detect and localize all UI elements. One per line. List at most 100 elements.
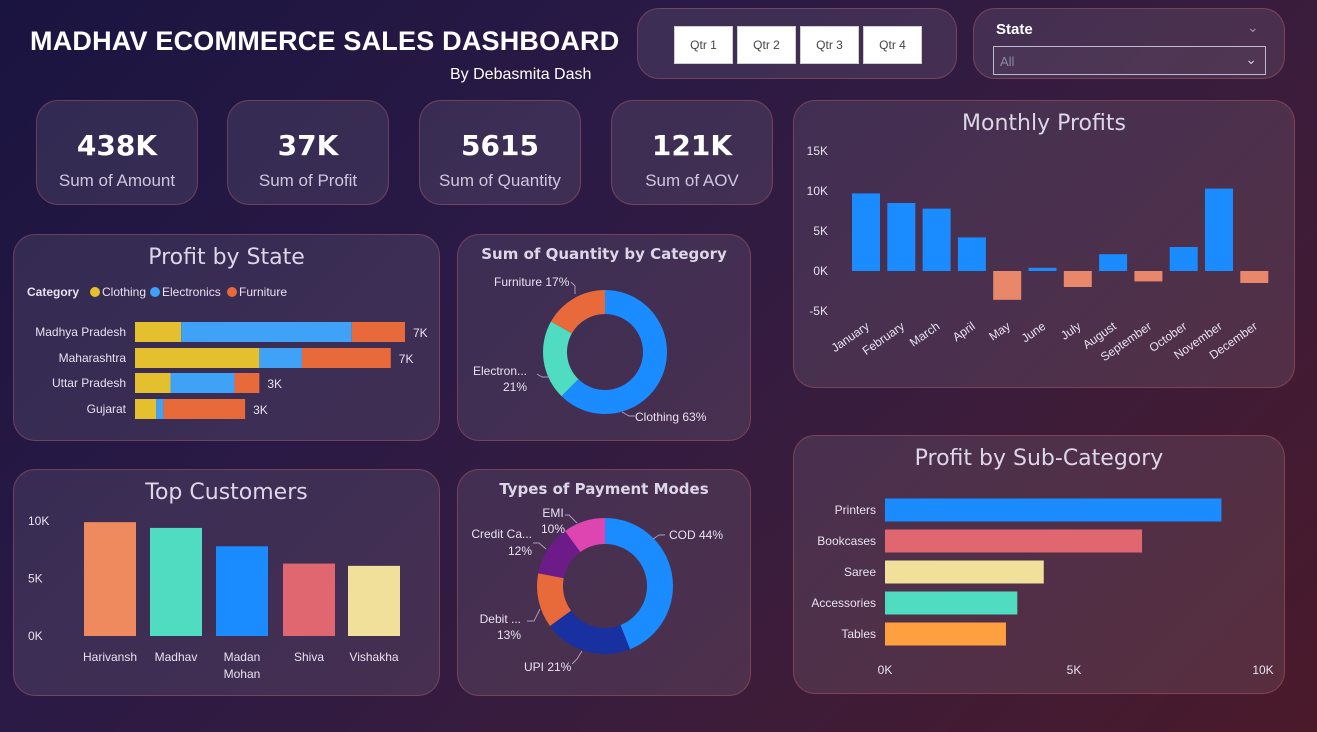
- month-bar: [887, 203, 916, 271]
- kpi-value: 121K: [651, 129, 733, 162]
- legend-marker: [90, 287, 100, 297]
- legend-label: Electronics: [162, 285, 221, 299]
- customer-label: Shiva: [294, 650, 324, 664]
- leader-line: [527, 608, 541, 622]
- y-tick-label: 0K: [813, 264, 828, 278]
- customer-bar: [150, 527, 202, 636]
- y-tick-label: 10K: [807, 184, 828, 198]
- slice-label: EMI: [542, 506, 563, 520]
- y-tick-label: 0K: [28, 629, 43, 643]
- subcategory-label: Bookcases: [817, 534, 876, 548]
- x-tick-label: April: [950, 319, 978, 344]
- subcategory-bar: [885, 591, 1018, 615]
- state-label: Gujarat: [87, 402, 127, 416]
- qtr2-button[interactable]: Qtr 2: [737, 26, 796, 64]
- kpi-card-aov: 121K Sum of AOV: [611, 100, 773, 205]
- state-dropdown-value: All: [1000, 54, 1015, 69]
- dashboard-subtitle: By Debasmita Dash: [450, 66, 592, 83]
- bar-furniture: [163, 399, 246, 419]
- chevron-down-icon: ⌄: [1245, 51, 1257, 67]
- kpi-card-amount: 438K Sum of Amount: [36, 100, 198, 205]
- month-bar: [1063, 271, 1092, 287]
- slice-label: Furniture 17%: [494, 275, 570, 289]
- qtr3-button[interactable]: Qtr 3: [800, 26, 859, 64]
- subcategory-bar: [885, 560, 1044, 584]
- state-slicer-label: State: [996, 21, 1033, 38]
- month-bar: [922, 208, 951, 271]
- leader-line: [533, 542, 547, 550]
- total-label: 3K: [267, 377, 282, 391]
- month-bar: [993, 271, 1022, 300]
- customer-label: Harivansh: [83, 650, 137, 664]
- bar-furniture: [234, 373, 260, 393]
- bar-clothing: [135, 373, 171, 393]
- customer-label: Vishakha: [349, 650, 398, 664]
- month-bar: [957, 237, 986, 271]
- profit-by-state-chart: Category Clothing Electronics Furniture Madh…: [27, 285, 428, 419]
- month-bar: [1205, 188, 1233, 271]
- kpi-label: Sum of Quantity: [439, 171, 561, 190]
- slice-label: UPI 21%: [524, 660, 572, 674]
- state-label: Madhya Pradesh: [35, 325, 126, 339]
- customer-bar: [216, 546, 268, 636]
- x-tick-label: March: [907, 319, 942, 350]
- x-tick-label: June: [1019, 319, 1049, 346]
- state-label: Uttar Pradesh: [52, 376, 126, 390]
- kpi-label: Sum of Profit: [258, 171, 358, 190]
- x-tick-label: July: [1058, 319, 1084, 343]
- month-bar: [1169, 247, 1198, 271]
- legend-title: Category: [27, 285, 79, 299]
- subcategory-label: Tables: [841, 627, 876, 641]
- kpi-value: 37K: [277, 129, 339, 162]
- y-tick-label: 5K: [813, 224, 828, 238]
- bar-electronics: [170, 373, 235, 393]
- legend-label: Furniture: [239, 285, 287, 299]
- slice-label: Debit ...: [480, 612, 521, 626]
- customer-label: Madhav: [155, 650, 198, 664]
- total-label: 7K: [413, 326, 428, 340]
- leader-line: [621, 411, 635, 417]
- month-bar: [1134, 271, 1163, 282]
- x-tick-label: May: [986, 319, 1013, 343]
- bar-electronics: [259, 348, 302, 368]
- kpi-label: Sum of AOV: [645, 171, 739, 190]
- quantity-by-category-chart: Clothing 63% Electron... 21% Furniture 17%: [473, 275, 707, 424]
- y-tick-label: 10K: [28, 514, 49, 528]
- dashboard-title: MADHAV ECOMMERCE SALES DASHBOARD: [30, 26, 620, 56]
- bar-clothing: [135, 322, 182, 342]
- y-tick-label: 15K: [807, 144, 828, 158]
- kpi-card-profit: 37K Sum of Profit: [227, 100, 389, 205]
- kpi-value: 438K: [76, 129, 158, 162]
- state-dropdown[interactable]: All ⌄: [993, 46, 1266, 75]
- bar-furniture: [301, 348, 391, 368]
- qtr1-button[interactable]: Qtr 1: [674, 26, 733, 64]
- qtr4-button[interactable]: Qtr 4: [863, 26, 922, 64]
- slice-label: COD 44%: [669, 528, 723, 542]
- kpi-value: 5615: [461, 129, 539, 162]
- bar-clothing: [135, 399, 157, 419]
- legend-marker: [227, 287, 237, 297]
- bar-electronics: [181, 322, 352, 342]
- legend-marker: [150, 287, 160, 297]
- top-customers-chart: 10K 5K 0K Harivansh Madhav Madan Mohan Shiva Vis…: [28, 514, 400, 681]
- chevron-down-icon[interactable]: ⌄: [1247, 20, 1259, 36]
- kpi-label: Sum of Amount: [58, 171, 176, 190]
- customer-bar: [283, 563, 335, 636]
- customer-bar: [84, 522, 136, 636]
- slice-label: 10%: [541, 522, 565, 536]
- payment-modes-chart: COD 44% UPI 21% Debit ... 13% Credit Ca... 12…: [471, 506, 723, 674]
- month-bar: [1028, 267, 1057, 271]
- slice-label: 13%: [497, 628, 521, 642]
- profit-by-subcategory-chart: Printers Bookcases Saree Accessories Tables 0…: [811, 498, 1274, 677]
- legend-label: Clothing: [102, 285, 146, 299]
- subcategory-bar: [885, 622, 1006, 646]
- customer-label: Mohan: [224, 667, 261, 681]
- slice-label: 21%: [503, 380, 527, 394]
- x-tick-label: 0K: [878, 663, 893, 677]
- leader-line: [570, 281, 576, 294]
- customer-bar: [348, 565, 400, 636]
- total-label: 7K: [399, 352, 414, 366]
- slice-label: 12%: [508, 544, 532, 558]
- slice-label: Clothing 63%: [635, 410, 707, 424]
- leader-line: [565, 514, 578, 524]
